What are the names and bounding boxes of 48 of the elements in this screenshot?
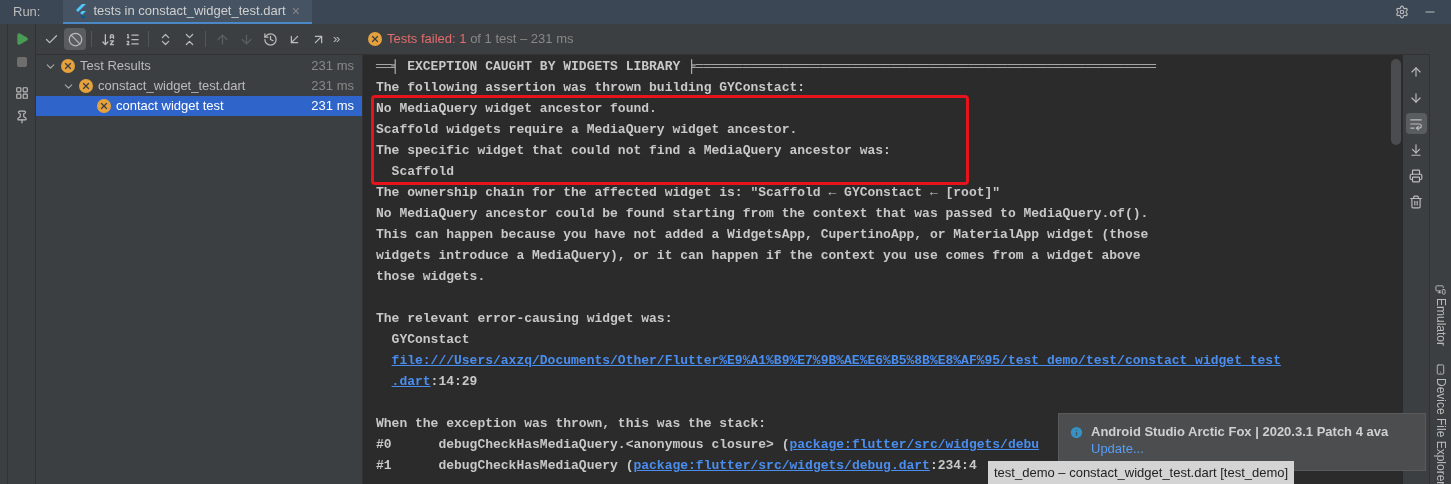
test-status: Tests failed: 1 of 1 test – 231 ms	[387, 30, 574, 49]
console-text: The ownership chain for the affected widget is: "Scaffold ← GYConstact ← [root]"	[376, 184, 1001, 202]
failed-icon	[79, 79, 93, 93]
emulator-icon	[1435, 284, 1446, 295]
ban-icon[interactable]	[64, 28, 86, 50]
console-text: GYConstact	[391, 331, 470, 349]
console-text: When the exception was thrown, this was the stack:	[376, 415, 767, 433]
info-icon	[1069, 424, 1084, 440]
test-tree-item[interactable]: Test Results 231 ms	[36, 56, 362, 76]
failed-icon	[368, 32, 382, 46]
failed-icon	[61, 59, 75, 73]
run-label: Run:	[12, 3, 42, 22]
run-tab[interactable]: tests in constact_widget_test.dart ×	[63, 0, 312, 24]
phone-icon	[1435, 364, 1446, 376]
console-text: No MediaQuery ancestor could be found starting from the context that was passed to MediaQuery.of().	[376, 205, 1149, 223]
layout-icon[interactable]	[14, 86, 29, 100]
console-link[interactable]: package:flutter/src/widgets/debug.dart	[633, 455, 930, 476]
console-text: #1 debugCheckHasMediaQuery (	[376, 457, 634, 475]
console-text: The following assertion was thrown building GYConstact:	[376, 79, 806, 97]
console-text: This can happen because you have not added a WidgetsApp, CupertinoApp, or MaterialApp widget (those	[376, 226, 1149, 244]
flutter-icon	[75, 4, 88, 18]
console-link[interactable]: .dart	[391, 371, 431, 392]
notification-title: Android Studio Arctic Fox | 2020.3.1 Patch 4 ava	[1091, 424, 1389, 440]
console-text: Scaffold	[391, 163, 454, 181]
console-link[interactable]: file:///Users/axzq/Documents/Other/Flutter%E9%A1%B9%E7%9B%AE%E6%B5%8B%E8%AF%95/test_demo/test/constact_widget_test	[391, 350, 1281, 371]
console-text: #0 debugCheckHasMediaQuery.<anonymous closure> (	[376, 436, 790, 454]
update-link[interactable]: Update...	[1091, 441, 1144, 457]
failed-icon	[97, 99, 111, 113]
pin-icon[interactable]	[14, 110, 29, 124]
wrap-icon[interactable]	[1405, 113, 1427, 134]
console-text: The specific widget that could not find a MediaQuery ancestor was:	[376, 142, 891, 160]
console-text: :234:4	[929, 457, 977, 475]
scrollbar-thumb[interactable]	[1391, 59, 1401, 145]
tooltip: test_demo – constact_widget_test.dart [test_demo]	[988, 461, 1295, 484]
console-text: Scaffold widgets require a MediaQuery widget ancestor.	[376, 121, 798, 139]
run-icon[interactable]	[14, 32, 29, 46]
test-tree-item[interactable]: contact widget test 231 ms	[36, 96, 362, 116]
console-text: those widgets.	[376, 268, 486, 286]
settings-icon[interactable]	[1395, 5, 1409, 19]
console-link[interactable]: package:flutter/src/widgets/debu	[789, 434, 1040, 455]
console-text: widgets introduce a MediaQuery), or it can happen if the context you use comes from a widget above	[376, 247, 1141, 265]
console-text: The relevant error-causing widget was:	[376, 310, 673, 328]
console-text: :14:29	[430, 373, 478, 391]
tool-window-tab[interactable]: Emulator	[1431, 284, 1450, 347]
console-text: ══╡ EXCEPTION CAUGHT BY WIDGETS LIBRARY ╞═══════════════════════════════════════════════════════════	[376, 58, 1157, 76]
test-tree-item[interactable]: constact_widget_test.dart 231 ms	[36, 76, 362, 96]
more-button[interactable]: »	[333, 29, 341, 49]
console-text: No MediaQuery widget ancestor found.	[376, 100, 657, 118]
